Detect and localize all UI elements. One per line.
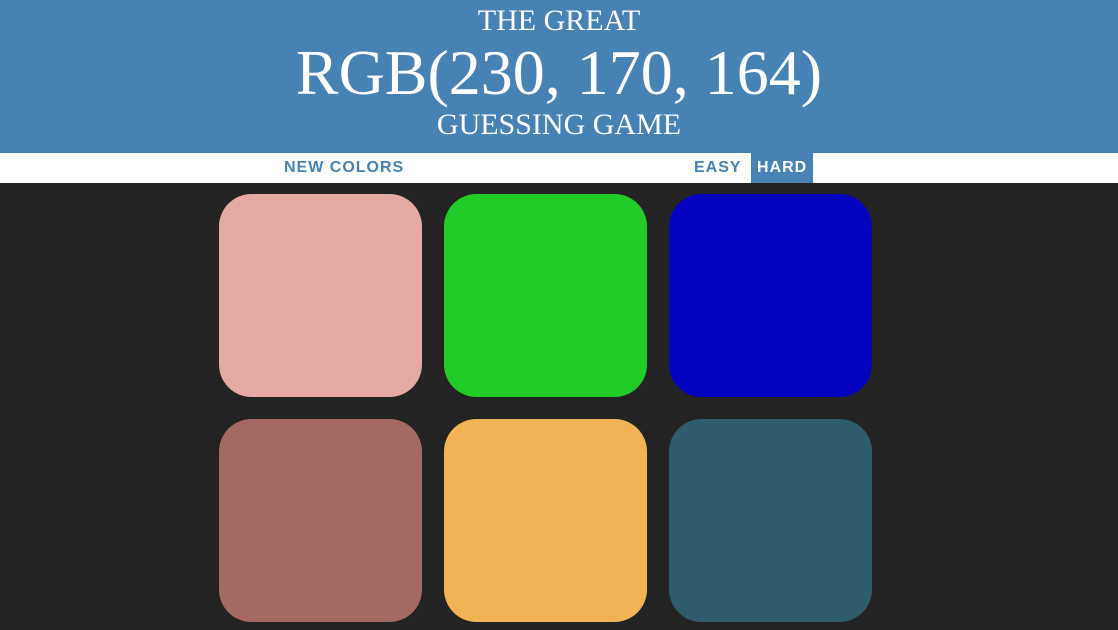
color-square-5[interactable] — [444, 419, 647, 622]
easy-mode-button[interactable]: EASY — [688, 153, 748, 183]
color-square-1[interactable] — [219, 194, 422, 397]
color-board — [0, 183, 1118, 630]
color-square-2[interactable] — [444, 194, 647, 397]
rgb-display: RGB(230, 170, 164) — [295, 37, 823, 108]
control-stripe: NEW COLORS EASY HARD — [0, 153, 1118, 183]
title-top: THE GREAT — [477, 4, 641, 37]
color-square-4[interactable] — [219, 419, 422, 622]
color-square-3[interactable] — [669, 194, 872, 397]
header: THE GREAT RGB(230, 170, 164) GUESSING GA… — [0, 0, 1118, 153]
color-square-6[interactable] — [669, 419, 872, 622]
title-bottom: GUESSING GAME — [436, 108, 682, 141]
new-colors-button[interactable]: NEW COLORS — [278, 153, 410, 183]
hard-mode-button[interactable]: HARD — [751, 153, 813, 183]
